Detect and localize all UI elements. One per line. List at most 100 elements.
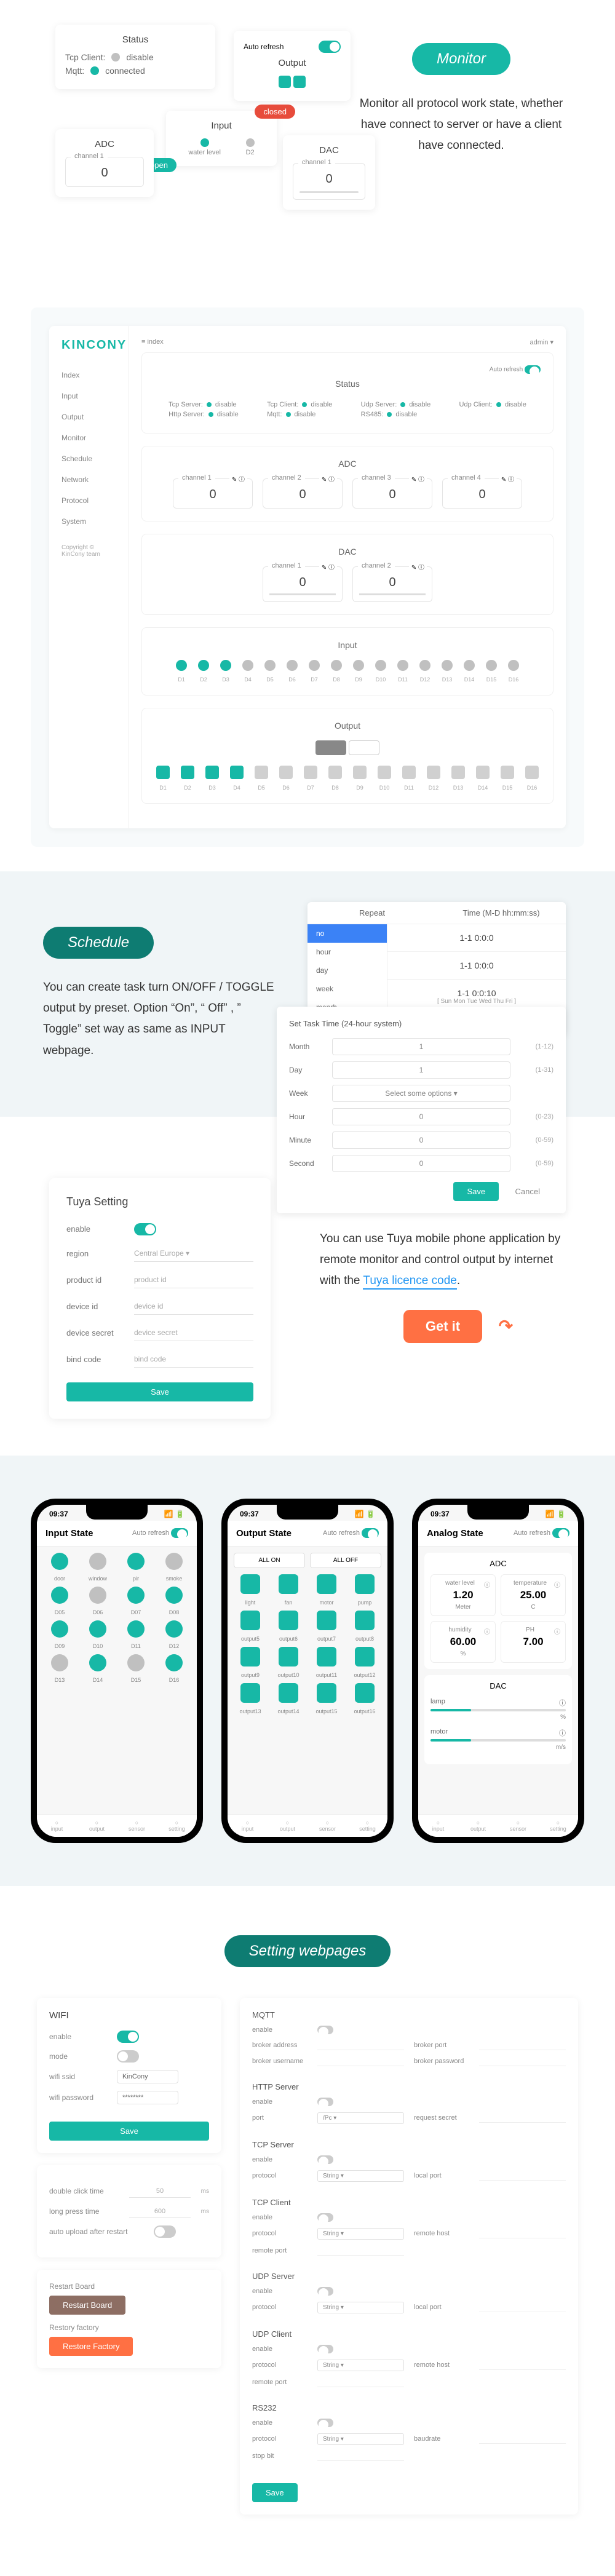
phone-cell[interactable]: output8 (348, 1611, 381, 1642)
phone-cell[interactable]: output16 (348, 1683, 381, 1714)
all-on-button[interactable]: ALL ON (234, 1553, 305, 1568)
tab-item[interactable]: ○output (77, 1815, 117, 1837)
output-item[interactable]: D8 (328, 766, 342, 791)
tab-item[interactable]: ○output (268, 1815, 308, 1837)
autorefresh-toggle[interactable] (319, 41, 341, 53)
repeat-option[interactable]: no (308, 924, 387, 943)
output-item[interactable]: D5 (255, 766, 268, 791)
protocol-block: TCP ServerenableprotocolString ▾local po… (252, 2140, 566, 2182)
save-button[interactable]: Save (453, 1182, 499, 1201)
output-item[interactable]: D3 (205, 766, 219, 791)
phone-cell[interactable]: output6 (272, 1611, 305, 1642)
output-indicator[interactable] (293, 76, 306, 88)
autorefresh-toggle[interactable] (362, 1528, 379, 1538)
phone-cell[interactable]: output7 (310, 1611, 343, 1642)
nav-item[interactable]: System (49, 511, 129, 532)
phone-cell[interactable]: light (234, 1574, 267, 1606)
tab-item[interactable]: ○sensor (498, 1815, 538, 1837)
tab-item[interactable]: ○setting (157, 1815, 197, 1837)
output-item[interactable]: D15 (501, 766, 514, 791)
status-dot-connected (90, 66, 99, 75)
input-panel: Input D1D2D3D4D5D6D7D8D9D10D11D12D13D14D… (141, 627, 554, 696)
tab-item[interactable]: ○input (418, 1815, 458, 1837)
all-on-button[interactable] (315, 740, 346, 755)
nav-item[interactable]: Schedule (49, 448, 129, 469)
nav-list: IndexInputOutputMonitorScheduleNetworkPr… (49, 365, 129, 532)
nav-item[interactable]: Index (49, 365, 129, 386)
output-item[interactable]: D2 (181, 766, 194, 791)
all-off-button[interactable]: ALL OFF (310, 1553, 381, 1568)
enable-toggle[interactable] (134, 1223, 156, 1235)
arrow-icon: ↷ (499, 1316, 513, 1336)
output-item[interactable]: D4 (230, 766, 244, 791)
phone-cell[interactable]: output9 (234, 1647, 267, 1678)
nav-item[interactable]: Output (49, 406, 129, 427)
autorefresh-toggle[interactable] (171, 1528, 188, 1538)
repeat-option[interactable]: week (308, 980, 387, 998)
autorefresh-toggle[interactable] (552, 1528, 569, 1538)
output-item[interactable]: D10 (378, 766, 391, 791)
output-item[interactable]: D13 (451, 766, 465, 791)
phone-cell[interactable]: output10 (272, 1647, 305, 1678)
output-card: Auto refresh Output (234, 31, 351, 101)
input-item: D5 (264, 660, 276, 683)
copyright: Copyright © KinCony team (49, 532, 129, 570)
phone-cell: D10 (81, 1620, 114, 1649)
repeat-option[interactable]: day (308, 961, 387, 980)
phone-cell[interactable]: fan (272, 1574, 305, 1606)
tuya-save-button[interactable]: Save (66, 1382, 253, 1401)
tab-item[interactable]: ○setting (347, 1815, 387, 1837)
tab-item[interactable]: ○input (37, 1815, 77, 1837)
phone-cell[interactable]: output12 (348, 1647, 381, 1678)
nav-item[interactable]: Network (49, 469, 129, 490)
phone-cell[interactable]: output13 (234, 1683, 267, 1714)
tab-item[interactable]: ○setting (538, 1815, 578, 1837)
phone-cell: D06 (81, 1587, 114, 1615)
factory-button[interactable]: Restore Factory (49, 2337, 133, 2356)
phone-output: 09:37📶 🔋 Output StateAuto refresh ALL ON… (221, 1499, 394, 1843)
output-item[interactable]: D6 (279, 766, 293, 791)
protocols-save-button[interactable]: Save (252, 2483, 298, 2502)
input-dot (200, 138, 209, 147)
output-item[interactable]: D7 (304, 766, 317, 791)
phone-cell[interactable]: output11 (310, 1647, 343, 1678)
closed-badge: closed (255, 105, 295, 119)
output-item[interactable]: D1 (156, 766, 170, 791)
tasktime-card: Set Task Time (24-hour system) Month1(1-… (277, 1007, 566, 1213)
tab-item[interactable]: ○sensor (117, 1815, 157, 1837)
phone-cell[interactable]: motor (310, 1574, 343, 1606)
output-indicator[interactable] (279, 76, 291, 88)
dac-slider[interactable] (300, 191, 359, 193)
phone-cell[interactable]: output15 (310, 1683, 343, 1714)
output-item[interactable]: D9 (353, 766, 367, 791)
getit-button[interactable]: Get it↷ (403, 1310, 482, 1343)
repeat-option[interactable]: hour (308, 943, 387, 961)
phone-cell[interactable]: pump (348, 1574, 381, 1606)
tab-item[interactable]: ○sensor (308, 1815, 347, 1837)
dac-slider[interactable]: motorⓘm/s (430, 1728, 566, 1751)
nav-item[interactable]: Protocol (49, 490, 129, 511)
output-item[interactable]: D14 (476, 766, 490, 791)
cancel-button[interactable]: Cancel (502, 1182, 554, 1201)
tuya-link[interactable]: Tuya licence code (363, 1274, 456, 1290)
input-item: D11 (397, 660, 408, 683)
protocol-block: UDP ServerenableprotocolString ▾local po… (252, 2272, 566, 2313)
monitor-text: Monitor Monitor all protocol work state,… (351, 25, 572, 246)
output-item[interactable]: D16 (525, 766, 539, 791)
output-item[interactable]: D12 (427, 766, 440, 791)
all-off-button[interactable] (349, 740, 379, 755)
tab-item[interactable]: ○output (458, 1815, 498, 1837)
dac-slider[interactable]: lampⓘ% (430, 1698, 566, 1721)
tab-item[interactable]: ○input (228, 1815, 268, 1837)
output-item[interactable]: D11 (402, 766, 416, 791)
status-dot-disable (111, 53, 120, 61)
phone-cell[interactable]: output5 (234, 1611, 267, 1642)
nav-item[interactable]: Monitor (49, 427, 129, 448)
phone-cell: door (43, 1553, 76, 1582)
phone-cell[interactable]: output14 (272, 1683, 305, 1714)
restart-button[interactable]: Restart Board (49, 2296, 125, 2315)
wifi-save-button[interactable]: Save (49, 2122, 209, 2141)
input-item: D13 (442, 660, 453, 683)
nav-item[interactable]: Input (49, 386, 129, 406)
autorefresh-toggle[interactable] (525, 365, 541, 374)
